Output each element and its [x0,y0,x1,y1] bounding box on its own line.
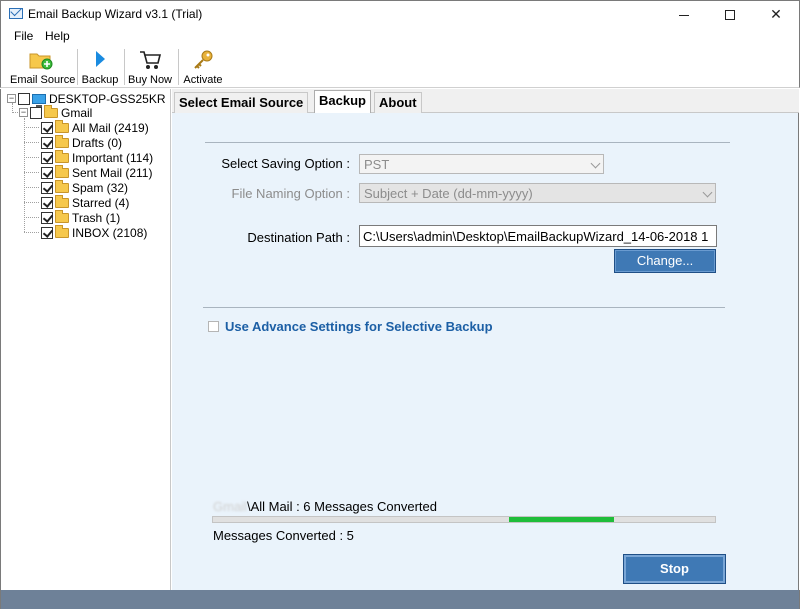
progress-status: Gmail\All Mail : 6 Messages Converted [213,499,437,514]
folder-checkbox[interactable] [41,136,53,149]
maximize-icon [725,10,735,21]
tree-folder-item[interactable]: Starred (4) [41,194,130,210]
menu-file[interactable]: File [14,29,33,43]
divider [203,307,725,308]
tab-strip: Select Email Source Backup About [172,89,799,114]
sent-icon [55,164,69,178]
close-icon: ✕ [770,6,782,22]
folder-checkbox[interactable] [41,121,53,134]
chevron-down-icon [590,158,601,169]
advance-settings-checkbox[interactable] [208,321,219,332]
progress-text: \All Mail : 6 Messages Converted [246,499,437,514]
app-envelope-icon [9,8,23,19]
folder-checkbox[interactable] [41,151,53,164]
tree-folder-item[interactable]: Spam (32) [41,179,129,195]
collapse-icon[interactable]: − [19,108,28,117]
divider [205,142,730,143]
progress-bar [212,516,716,523]
folder-icon [55,149,69,163]
stop-button[interactable]: Stop [623,554,726,584]
toolbar: Email Source Backup Buy Now Activate [0,45,800,88]
destination-path-field[interactable]: C:\Users\admin\Desktop\EmailBackupWizard… [359,225,717,247]
backup-label: Backup [81,74,119,86]
folder-tree: − DESKTOP-GSS25KR − Gmail All Mail (2419… [0,89,171,590]
collapse-icon[interactable]: − [7,94,16,103]
root-checkbox[interactable] [18,92,30,105]
tree-folder-item[interactable]: Trash (1) [41,209,121,225]
account-folder-icon [44,104,58,118]
activate-button[interactable]: Activate [181,47,225,87]
tree-folder-item[interactable]: Drafts (0) [41,134,123,150]
buy-now-button[interactable]: Buy Now [127,47,173,87]
account-checkbox[interactable] [30,106,42,119]
title-bar: Email Backup Wizard v3.1 (Trial) ✕ [0,0,800,27]
minimize-icon [679,14,689,16]
folder-checkbox[interactable] [41,211,53,224]
email-source-button[interactable]: Email Source [10,47,76,87]
minimize-button[interactable] [661,1,707,28]
backup-button[interactable]: Backup [81,47,119,87]
naming-option-value: Subject + Date (dd-mm-yyyy) [364,186,533,201]
tree-account-label: Gmail [61,105,93,120]
inbox-icon [55,224,69,238]
folder-label: Sent Mail (211) [72,165,153,180]
advance-settings-option[interactable]: Use Advance Settings for Selective Backu… [208,319,493,334]
chevron-down-icon [702,187,713,198]
folder-label: Drafts (0) [72,135,123,150]
folder-checkbox[interactable] [41,226,53,239]
folder-label: Trash (1) [72,210,121,225]
naming-option-label: File Naming Option : [231,186,351,201]
status-bar [0,590,800,609]
tab-select-email-source[interactable]: Select Email Source [174,92,309,113]
key-icon [194,50,213,69]
close-button[interactable]: ✕ [753,1,799,28]
advance-settings-label: Use Advance Settings for Selective Backu… [225,319,493,334]
folder-icon [55,194,69,208]
drafts-icon [55,134,69,148]
play-icon [96,51,105,67]
folder-checkbox[interactable] [41,196,53,209]
tree-folder-item[interactable]: Important (114) [41,149,154,165]
window-title: Email Backup Wizard v3.1 (Trial) [28,7,203,21]
trash-icon [55,209,69,223]
tree-folder-item[interactable]: All Mail (2419) [41,119,149,135]
saving-option-label: Select Saving Option : [221,156,350,171]
folder-label: Spam (32) [72,180,129,195]
tree-account[interactable]: − Gmail [19,104,93,120]
folder-label: All Mail (2419) [72,120,149,135]
change-button[interactable]: Change... [614,249,716,273]
progress-fill [509,517,614,522]
tree-root-label: DESKTOP-GSS25KR [49,91,166,106]
folder-label: Starred (4) [72,195,130,210]
naming-option-select[interactable]: Subject + Date (dd-mm-yyyy) [359,183,716,203]
add-folder-icon [29,53,53,70]
tree-folder-item[interactable]: INBOX (2108) [41,224,148,240]
menu-help[interactable]: Help [45,29,70,43]
activate-label: Activate [183,74,223,86]
tab-about[interactable]: About [374,92,422,113]
folder-label: INBOX (2108) [72,225,148,240]
backup-panel: Select Saving Option : PST File Naming O… [172,113,799,590]
progress-source: Gmail [213,499,247,514]
saving-option-value: PST [364,157,390,172]
menu-bar: File Help [0,27,800,45]
saving-option-select[interactable]: PST [359,154,604,174]
buy-now-label: Buy Now [127,74,173,86]
folder-icon [55,119,69,133]
computer-icon [32,93,46,107]
folder-label: Important (114) [72,150,154,165]
folder-checkbox[interactable] [41,166,53,179]
folder-checkbox[interactable] [41,181,53,194]
folder-icon [55,179,69,193]
maximize-button[interactable] [707,1,753,28]
destination-label: Destination Path : [247,230,350,245]
messages-converted: Messages Converted : 5 [213,528,354,543]
email-source-label: Email Source [10,74,76,86]
tree-root[interactable]: − DESKTOP-GSS25KR [7,91,166,107]
tab-backup[interactable]: Backup [314,90,371,114]
cart-icon [140,51,162,69]
tree-folder-item[interactable]: Sent Mail (211) [41,164,153,180]
